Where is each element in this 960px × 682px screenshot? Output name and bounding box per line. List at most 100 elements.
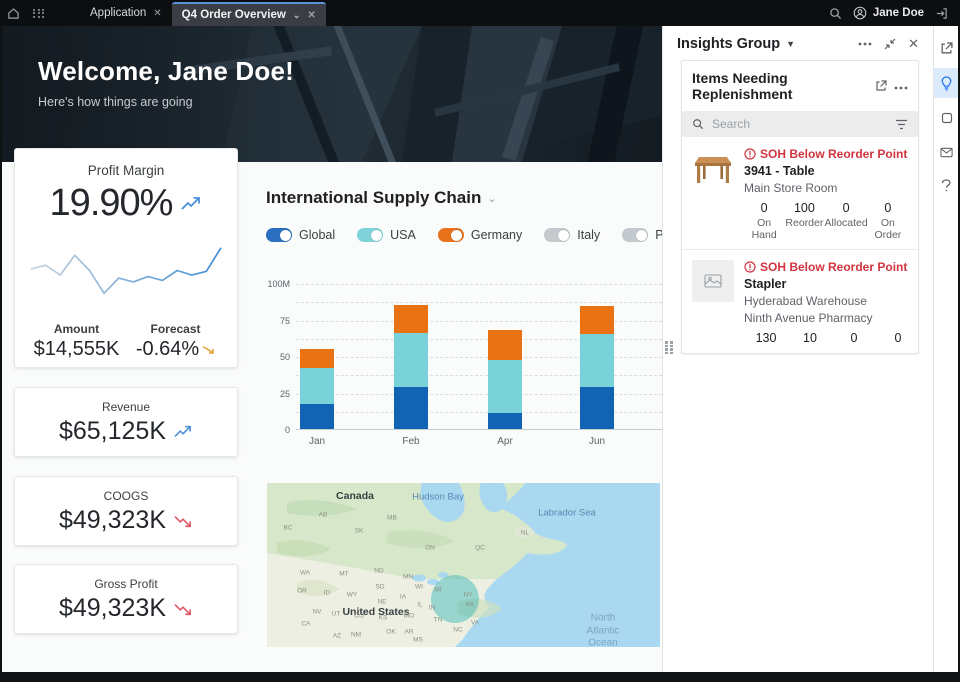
toggle-switch[interactable] <box>622 228 649 242</box>
welcome-subtitle: Here's how things are going <box>38 95 193 109</box>
bar-segment-germany[interactable] <box>394 304 428 333</box>
filter-icon[interactable] <box>895 119 908 130</box>
tab-q4-order-overview[interactable]: Q4 Order Overview ⌄ ✕ <box>171 2 326 26</box>
app-window: Application ✕ Q4 Order Overview ⌄ ✕ Jane… <box>0 0 960 682</box>
search-input[interactable] <box>712 117 887 131</box>
item-name: 3941 - Table <box>744 164 815 178</box>
toggle-global[interactable]: Global <box>266 228 335 242</box>
mail-rail-icon[interactable] <box>934 138 959 166</box>
supply-chain-title-label: International Supply Chain <box>266 188 482 207</box>
supply-chain-title[interactable]: International Supply Chain ⌄ <box>266 188 497 208</box>
welcome-title: Welcome, Jane Doe! <box>38 56 294 86</box>
toggle-switch[interactable] <box>544 228 571 242</box>
tab-application-close-icon[interactable]: ✕ <box>153 8 161 19</box>
chart-plot-area[interactable]: Jan Feb Apr Jun <box>296 284 662 447</box>
bar-feb[interactable] <box>394 304 428 429</box>
replenishment-more-icon[interactable] <box>894 77 908 95</box>
toggle-usa[interactable]: USA <box>357 228 416 242</box>
y-tick-label: 25 <box>279 388 290 399</box>
y-tick-label: 0 <box>284 425 290 435</box>
toggle-switch[interactable] <box>437 228 464 242</box>
help-rail-icon[interactable] <box>934 172 959 200</box>
bar-segment-germany[interactable] <box>580 306 614 335</box>
sign-out-icon[interactable] <box>928 0 954 26</box>
panel-close-icon[interactable]: ✕ <box>908 36 919 52</box>
bar-segment-global[interactable] <box>394 386 428 429</box>
stat-reorder-value: 100 <box>793 201 815 215</box>
toggle-label: Germany <box>470 228 523 242</box>
bar-segment-germany[interactable] <box>488 329 522 361</box>
bar-segment-usa[interactable] <box>300 367 334 405</box>
toggle-label: Poland <box>655 228 662 242</box>
gridline <box>296 284 662 285</box>
insights-chevron-down-icon: ▼ <box>786 39 796 49</box>
tab-application[interactable]: Application ✕ <box>80 0 172 26</box>
y-tick-label: 50 <box>279 352 290 362</box>
gross-profit-trend-down-icon <box>174 603 191 615</box>
item-location: Main Store Room <box>744 181 838 195</box>
trend-up-icon <box>181 196 201 210</box>
bar-segment-global[interactable] <box>488 412 522 429</box>
supply-chain-map[interactable]: Canada Hudson Bay Labrador Sea United State… <box>267 483 660 647</box>
bar-segment-germany[interactable] <box>300 348 334 368</box>
x-tick-label: Feb <box>402 436 420 447</box>
replenishment-item-table[interactable]: SOH Below Reorder Point 3941 - Table Mai… <box>682 137 918 249</box>
forecast-label: Forecast <box>150 322 201 336</box>
replenishment-card-title: Items Needing Replenishment <box>692 70 793 102</box>
soh-alert: SOH Below Reorder Point <box>744 147 908 161</box>
insights-group-selector[interactable]: Insights Group ▼ <box>677 36 795 52</box>
bar-jan[interactable] <box>300 348 334 429</box>
open-external-icon[interactable] <box>875 80 887 92</box>
insights-panel-header: Insights Group ▼ ✕ <box>663 26 933 60</box>
bar-apr[interactable] <box>488 329 522 429</box>
square-rail-icon[interactable] <box>934 104 959 132</box>
stacked-bar-chart: 0 25 50 75 100M Jan Feb Apr Jun <box>266 279 662 447</box>
tab-application-label: Application <box>90 7 147 19</box>
toggle-label: USA <box>390 228 416 242</box>
x-tick-label: Jun <box>588 436 606 447</box>
search-icon[interactable] <box>823 0 849 26</box>
profit-margin-value: 19.90% <box>49 182 174 224</box>
alert-icon <box>744 261 756 273</box>
tab-chevron-down-icon[interactable]: ⌄ <box>293 10 301 21</box>
toggle-italy[interactable]: Italy <box>544 228 600 242</box>
stat-allocated-value: 0 <box>842 201 850 215</box>
replenishment-item-stapler[interactable]: SOH Below Reorder Point Stapler Hyderaba… <box>682 249 918 353</box>
insights-lightbulb-icon[interactable] <box>934 68 959 98</box>
toggle-switch[interactable] <box>357 228 384 242</box>
map-land-shapes <box>267 483 567 647</box>
insights-group-label: Insights Group <box>677 36 781 52</box>
gross-profit-card[interactable]: Gross Profit $49,323K <box>14 564 238 634</box>
user-menu[interactable]: Jane Doe <box>853 6 924 20</box>
bar-segment-usa[interactable] <box>488 360 522 413</box>
tab-q4-label: Q4 Order Overview <box>181 9 286 21</box>
forecast-value: -0.64% <box>135 338 200 360</box>
panel-collapse-icon[interactable] <box>884 38 896 50</box>
revenue-card[interactable]: Revenue $65,125K <box>14 387 238 457</box>
open-in-new-rail-icon[interactable] <box>934 34 959 62</box>
main-content: Welcome, Jane Doe! Here's how things are… <box>2 26 662 672</box>
coogs-card[interactable]: COOGS $49,323K <box>14 476 238 546</box>
bar-segment-global[interactable] <box>580 386 614 429</box>
home-icon[interactable] <box>0 0 26 26</box>
item-stats: 130 10 0 0 <box>744 331 908 345</box>
toggle-germany[interactable]: Germany <box>437 228 523 242</box>
bar-segment-usa[interactable] <box>394 332 428 387</box>
bar-segment-global[interactable] <box>300 404 334 429</box>
coogs-trend-down-icon <box>174 515 191 527</box>
x-tick-label: Apr <box>497 436 513 447</box>
supply-chain-chevron-icon[interactable]: ⌄ <box>487 192 496 205</box>
amount-value: $14,555K <box>33 338 120 360</box>
profit-margin-card[interactable]: Profit Margin 19.90% Amount $14,555K For… <box>14 148 238 368</box>
replenishment-search <box>682 111 918 137</box>
y-tick-label: 100M <box>267 279 290 289</box>
app-grid-icon[interactable] <box>26 0 52 26</box>
tab-q4-close-icon[interactable]: ✕ <box>307 10 315 21</box>
panel-more-icon[interactable] <box>858 42 872 46</box>
toggle-poland[interactable]: Poland <box>622 228 662 242</box>
toggle-label: Global <box>299 228 336 242</box>
toggle-switch[interactable] <box>266 228 292 242</box>
bar-segment-usa[interactable] <box>580 334 614 387</box>
panel-resize-handle[interactable] <box>665 341 674 354</box>
bar-jun[interactable] <box>580 306 614 429</box>
